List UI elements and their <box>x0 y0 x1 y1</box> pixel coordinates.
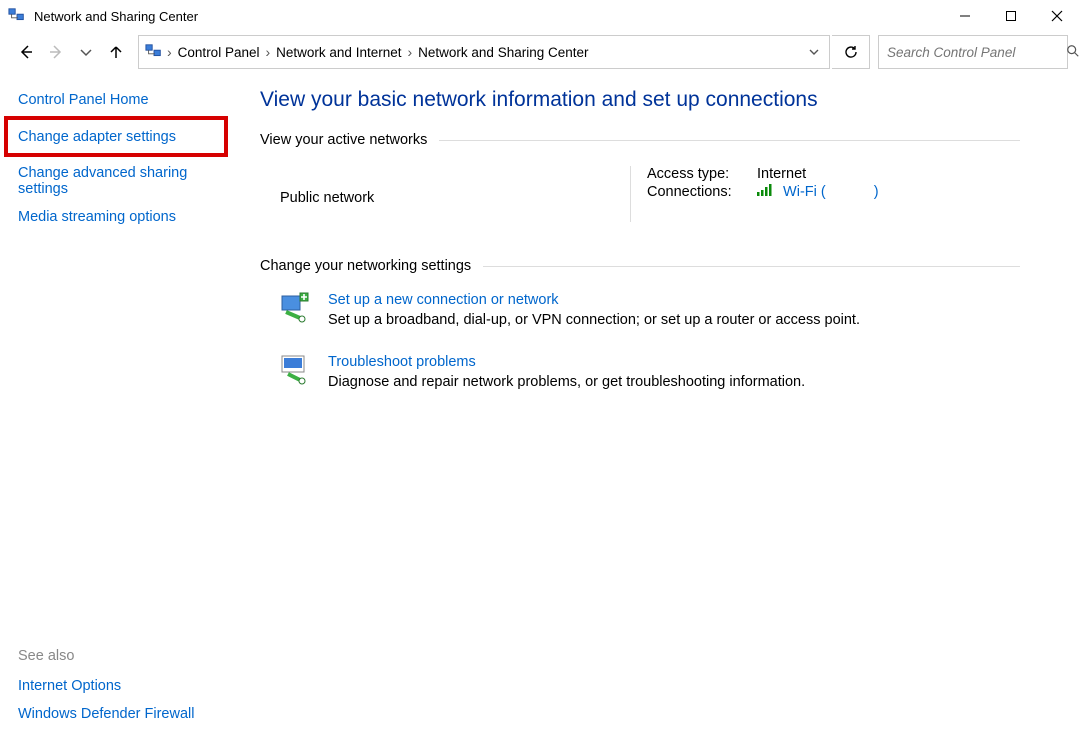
chevron-right-icon[interactable]: › <box>265 44 270 60</box>
access-type-value: Internet <box>757 166 806 182</box>
wifi-signal-icon <box>757 184 775 200</box>
highlight-change-adapter: Change adapter settings <box>4 116 228 157</box>
search-icon[interactable] <box>1066 44 1080 61</box>
back-button[interactable] <box>12 38 40 66</box>
setup-connection-icon <box>280 292 314 326</box>
address-dropdown-button[interactable] <box>797 36 829 68</box>
sidebar-change-advanced-sharing[interactable]: Change advanced sharing settings <box>18 165 198 197</box>
network-center-icon <box>8 7 26 25</box>
troubleshoot-icon <box>280 354 314 388</box>
setup-connection-link[interactable]: Set up a new connection or network <box>328 292 860 308</box>
connection-name-tail: ) <box>874 184 879 200</box>
connection-link[interactable]: Wi-Fi ( ) <box>783 184 879 200</box>
address-icon <box>145 43 163 61</box>
main-panel: View your basic network information and … <box>248 72 1080 742</box>
search-box[interactable] <box>878 35 1068 69</box>
active-networks-label: View your active networks <box>260 132 439 148</box>
title-bar: Network and Sharing Center <box>0 0 1080 32</box>
close-button[interactable] <box>1034 0 1080 32</box>
sidebar-media-streaming[interactable]: Media streaming options <box>18 209 248 225</box>
chevron-right-icon[interactable]: › <box>407 44 412 60</box>
breadcrumb-root[interactable]: Control Panel <box>176 45 262 60</box>
section-change-settings: Change your networking settings <box>260 258 1020 274</box>
setup-connection-desc: Set up a broadband, dial-up, or VPN conn… <box>328 312 860 328</box>
section-active-networks: View your active networks <box>260 132 1020 148</box>
sidebar-internet-options[interactable]: Internet Options <box>18 678 248 694</box>
sidebar: Control Panel Home Change adapter settin… <box>0 72 248 742</box>
troubleshoot-item: Troubleshoot problems Diagnose and repai… <box>280 354 1020 390</box>
breadcrumb-leaf[interactable]: Network and Sharing Center <box>416 45 590 60</box>
connection-name: Wi-Fi ( <box>783 184 826 200</box>
sidebar-change-adapter-settings[interactable]: Change adapter settings <box>18 129 176 145</box>
search-input[interactable] <box>887 45 1066 60</box>
content-body: Control Panel Home Change adapter settin… <box>0 72 1080 742</box>
network-type-label: Public network <box>280 190 374 206</box>
toolbar: › Control Panel › Network and Internet ›… <box>0 32 1080 72</box>
connections-label: Connections: <box>647 184 757 200</box>
sidebar-control-panel-home[interactable]: Control Panel Home <box>18 92 248 108</box>
minimize-button[interactable] <box>942 0 988 32</box>
change-settings-label: Change your networking settings <box>260 258 483 274</box>
chevron-right-icon[interactable]: › <box>167 44 172 60</box>
forward-button[interactable] <box>42 38 70 66</box>
access-type-label: Access type: <box>647 166 757 182</box>
address-bar[interactable]: › Control Panel › Network and Internet ›… <box>138 35 830 69</box>
breadcrumb-network[interactable]: Network and Internet <box>274 45 403 60</box>
sidebar-defender-firewall[interactable]: Windows Defender Firewall <box>18 706 248 722</box>
page-title: View your basic network information and … <box>260 88 1020 112</box>
see-also-label: See also <box>18 648 248 664</box>
troubleshoot-desc: Diagnose and repair network problems, or… <box>328 374 805 390</box>
setup-connection-item: Set up a new connection or network Set u… <box>280 292 1020 328</box>
window-title: Network and Sharing Center <box>34 9 942 24</box>
troubleshoot-link[interactable]: Troubleshoot problems <box>328 354 805 370</box>
active-network-block: Public network Access type: Internet Con… <box>260 166 1020 222</box>
refresh-button[interactable] <box>832 35 870 69</box>
up-button[interactable] <box>102 38 130 66</box>
recent-locations-button[interactable] <box>72 38 100 66</box>
maximize-button[interactable] <box>988 0 1034 32</box>
